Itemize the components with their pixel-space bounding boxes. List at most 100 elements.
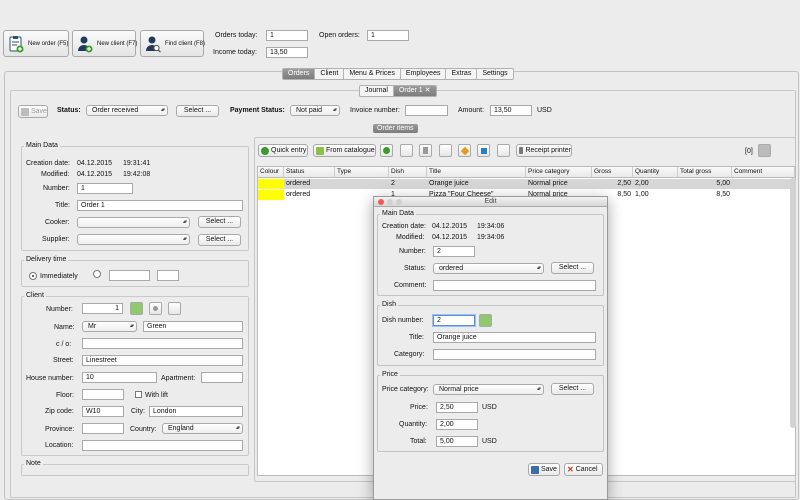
client-check-icon[interactable] [130,302,143,315]
supplier-select[interactable] [77,234,190,245]
client-note-icon[interactable] [168,302,181,315]
column-header[interactable]: Total gross [678,167,732,178]
column-header[interactable]: Gross [592,167,633,178]
price-category-select[interactable]: Normal price [433,384,544,395]
order-status-select[interactable]: Order received [86,105,168,116]
edit-item-icon[interactable] [400,144,413,157]
tag-icon[interactable] [458,144,471,157]
delete-item-icon[interactable] [419,144,432,157]
order-title-field[interactable]: Order 1 [77,200,243,211]
dialog-creation-date: 04.12.2015 [432,223,468,230]
column-header[interactable]: Comment [732,167,795,178]
tab-extras[interactable]: Extras [446,69,478,79]
scheduled-radio[interactable] [93,270,101,278]
dialog-cancel-button[interactable]: ✕ Cancel [564,463,603,476]
income-today-field[interactable]: 13,50 [266,47,308,58]
tab-settings[interactable]: Settings [477,69,512,79]
dialog-status-label: Status: [404,265,426,272]
tab-client[interactable]: Client [315,69,345,79]
column-header[interactable]: Price category [526,167,592,178]
column-header[interactable]: Title [427,167,526,178]
cooker-select-button[interactable]: Select ... [198,216,241,228]
modified-date-value: 04.12.2015 [77,171,113,178]
receipt-printer-button[interactable]: Receipt printer [516,144,572,157]
dish-check-icon[interactable] [479,314,492,327]
with-lift-checkbox[interactable] [135,391,142,398]
supplier-select-button[interactable]: Select ... [198,234,241,246]
gross-cell: 2,50 [617,180,631,187]
country-select[interactable]: England [162,423,243,434]
client-name-field[interactable]: Green [143,321,243,332]
column-header[interactable]: Dish [389,167,427,178]
dialog-title: Edit [484,198,497,205]
dialog-status-select[interactable]: ordered [433,263,544,274]
table-scrollbar[interactable] [790,178,796,428]
cooker-select[interactable] [77,217,190,228]
floor-field[interactable] [82,389,124,400]
tab-journal[interactable]: Journal [360,86,394,96]
column-header[interactable]: Status [284,167,335,178]
table-row[interactable]: ordered 2 Orange juice Normal price 2,50… [258,179,795,189]
quick-entry-button[interactable]: Quick entry [258,144,308,157]
total-field[interactable]: 5,00 [436,436,478,447]
dialog-comment-field[interactable] [433,280,596,291]
delivery-date-field[interactable] [109,270,150,281]
column-header[interactable]: Colour [258,167,284,178]
quantity-field[interactable]: 2,00 [436,419,478,430]
user-search-icon [145,35,161,53]
dialog-modified-date: 04.12.2015 [432,234,468,241]
total-currency: USD [482,438,497,445]
apartment-field[interactable] [201,372,243,383]
city-field[interactable]: London [149,406,243,417]
dish-number-field[interactable]: 2 [433,315,475,326]
find-client-button[interactable]: Find client (F8) [140,30,205,57]
client-clear-icon[interactable] [149,302,162,315]
location-field[interactable] [82,440,243,451]
province-field[interactable] [82,423,124,434]
cancel-x-icon: ✕ [567,464,574,474]
note-group: Note [21,460,249,476]
invoice-number-field[interactable] [405,105,448,116]
dialog-save-button[interactable]: Save [528,463,560,476]
highlight-icon[interactable] [477,144,490,157]
dialog-status-select-button[interactable]: Select ... [551,262,594,274]
close-tab-icon[interactable]: ✕ [425,87,431,94]
zip-code-field[interactable]: W10 [82,406,124,417]
total-label: Total: [410,438,427,445]
column-header[interactable]: Type [335,167,389,178]
client-title: Client [24,292,46,299]
client-number-field[interactable]: 1 [82,303,123,314]
creation-date-label: Creation date: [26,160,70,167]
price-field[interactable]: 2,50 [436,402,478,413]
category-field[interactable] [433,349,596,360]
add-item-icon[interactable] [380,144,393,157]
gear-icon[interactable] [758,144,771,157]
salutation-select[interactable]: Mr [82,321,137,332]
house-number-field[interactable]: 10 [82,372,157,383]
immediately-label: Immediately [40,273,78,280]
orders-today-field[interactable]: 1 [266,30,308,41]
status-select-button[interactable]: Select ... [176,105,219,117]
list-icon[interactable] [439,144,452,157]
delivery-time-field[interactable] [157,270,179,281]
from-catalogue-button[interactable]: From catalogue [313,144,376,157]
tab-order-1[interactable]: Order 1 ✕ [393,86,436,96]
tab-employees[interactable]: Employees [401,69,447,79]
order-number-field[interactable]: 1 [77,183,133,194]
new-order-button[interactable]: New order (F5) [3,30,69,57]
dialog-number-field[interactable]: 2 [433,246,475,257]
open-orders-field[interactable]: 1 [367,30,409,41]
tab-orders[interactable]: Orders [283,69,316,79]
new-client-button[interactable]: New client (F7) [72,30,137,57]
dish-title-field[interactable]: Orange juice [433,332,596,343]
tab-menu-prices[interactable]: Menu & Prices [344,69,401,79]
column-header[interactable]: Quantity [633,167,678,178]
print-icon[interactable] [497,144,510,157]
co-field[interactable] [82,338,243,349]
payment-status-select[interactable]: Not paid [290,105,340,116]
street-field[interactable]: Linestreet [82,355,243,366]
price-category-select-button[interactable]: Select ... [551,383,594,395]
amount-field[interactable]: 13,50 [490,105,532,116]
immediately-radio[interactable] [29,272,37,280]
save-order-button[interactable]: Save [18,105,48,118]
